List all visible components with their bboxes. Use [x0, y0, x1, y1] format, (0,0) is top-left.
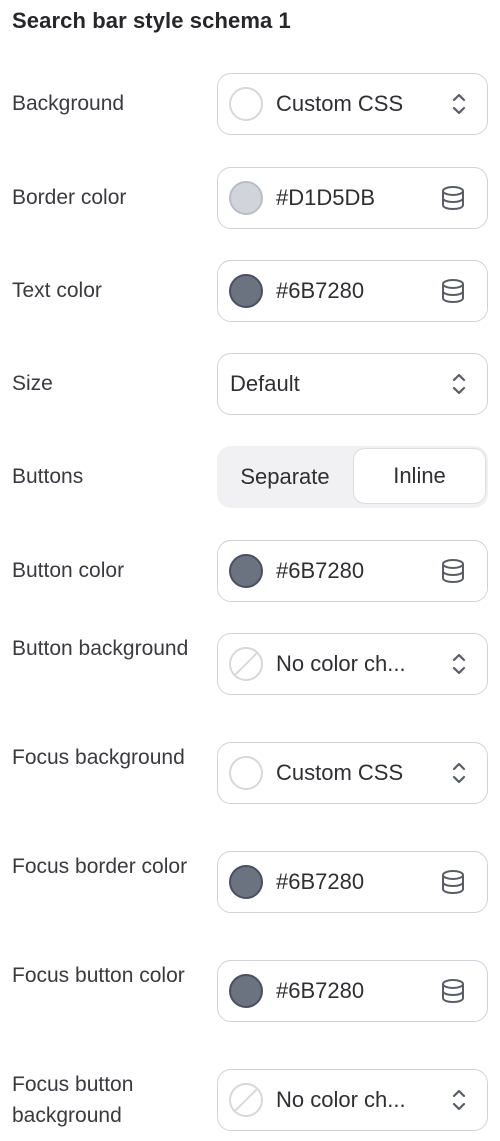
button-background-select[interactable]: No color ch...	[217, 633, 488, 695]
no-color-swatch-icon	[229, 647, 263, 681]
color-swatch	[229, 87, 263, 121]
row-focus-button-background: Focus button background No color ch...	[0, 1069, 500, 1131]
size-select[interactable]: Default	[217, 353, 488, 415]
focus-background-value: Custom CSS	[276, 760, 404, 785]
row-button-color: Button color #6B7280	[0, 540, 500, 602]
button-color-label: Button color	[12, 559, 125, 582]
row-focus-button-color: Focus button color #6B7280	[0, 960, 500, 1022]
button-background-value: No color ch...	[276, 651, 406, 676]
row-button-background: Button background No color ch...	[0, 633, 500, 695]
focus-button-background-label: Focus button background	[12, 1073, 134, 1127]
focus-button-background-value: No color ch...	[276, 1087, 406, 1112]
focus-button-color-label: Focus button color	[12, 964, 185, 987]
database-icon[interactable]	[439, 183, 467, 213]
text-color-label: Text color	[12, 279, 102, 302]
row-background: Background Custom CSS	[0, 73, 500, 135]
database-icon[interactable]	[439, 976, 467, 1006]
focus-border-color-value: #6B7280	[276, 869, 365, 894]
background-label: Background	[12, 92, 125, 115]
database-icon[interactable]	[439, 556, 467, 586]
chevron-up-down-icon	[452, 1089, 466, 1111]
focus-button-color-input[interactable]: #6B7280	[217, 960, 488, 1022]
background-value: Custom CSS	[276, 91, 404, 116]
database-icon[interactable]	[439, 867, 467, 897]
focus-border-color-input[interactable]: #6B7280	[217, 851, 488, 913]
background-select[interactable]: Custom CSS	[217, 73, 488, 135]
no-color-swatch-icon	[229, 1083, 263, 1117]
color-swatch[interactable]	[229, 274, 263, 308]
text-color-input[interactable]: #6B7280	[217, 260, 488, 322]
focus-button-background-select[interactable]: No color ch...	[217, 1069, 488, 1131]
row-buttons: Buttons Separate Inline	[0, 446, 500, 508]
color-swatch[interactable]	[229, 181, 263, 215]
row-border-color: Border color #D1D5DB	[0, 167, 500, 229]
color-swatch[interactable]	[229, 865, 263, 899]
color-swatch[interactable]	[229, 974, 263, 1008]
size-value: Default	[230, 371, 300, 396]
row-text-color: Text color #6B7280	[0, 260, 500, 322]
border-color-label: Border color	[12, 186, 127, 209]
separate-option[interactable]: Separate	[217, 446, 353, 508]
text-color-value: #6B7280	[276, 278, 365, 303]
row-focus-border-color: Focus border color #6B7280	[0, 851, 500, 913]
button-background-label: Button background	[12, 637, 189, 660]
row-focus-background: Focus background Custom CSS	[0, 742, 500, 804]
chevron-up-down-icon	[452, 762, 466, 784]
button-color-value: #6B7280	[276, 558, 365, 583]
focus-border-color-label: Focus border color	[12, 855, 188, 878]
chevron-up-down-icon	[452, 93, 466, 115]
inline-option[interactable]: Inline	[353, 448, 486, 504]
chevron-up-down-icon	[452, 653, 466, 675]
border-color-input[interactable]: #D1D5DB	[217, 167, 488, 229]
border-color-value: #D1D5DB	[276, 185, 376, 210]
database-icon[interactable]	[439, 276, 467, 306]
row-size: Size Default	[0, 353, 500, 415]
panel-title: Search bar style schema 1	[12, 8, 291, 33]
color-swatch[interactable]	[229, 554, 263, 588]
focus-background-select[interactable]: Custom CSS	[217, 742, 488, 804]
focus-button-color-value: #6B7280	[276, 978, 365, 1003]
chevron-up-down-icon	[452, 373, 466, 395]
focus-background-label: Focus background	[12, 746, 185, 769]
color-swatch	[229, 756, 263, 790]
buttons-segmented-control: Separate Inline	[217, 446, 488, 508]
buttons-label: Buttons	[12, 465, 84, 488]
button-color-input[interactable]: #6B7280	[217, 540, 488, 602]
size-label: Size	[12, 372, 53, 395]
